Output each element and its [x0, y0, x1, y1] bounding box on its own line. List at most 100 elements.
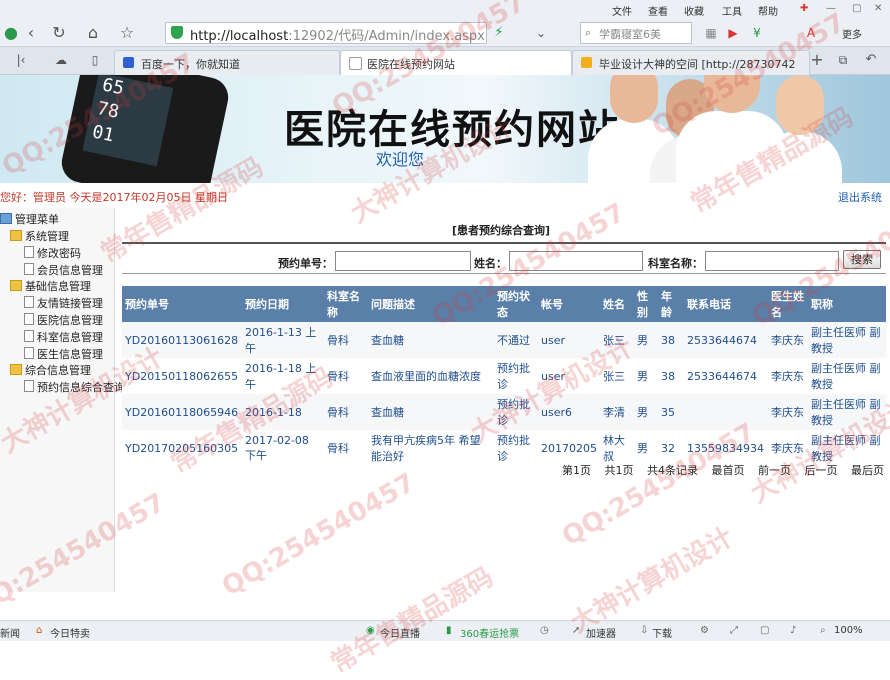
video-icon[interactable]: ▶	[722, 22, 744, 44]
live-icon: ◉	[366, 625, 375, 636]
shirt-icon[interactable]: ✚	[800, 3, 808, 14]
clock-icon[interactable]: ◷	[540, 625, 549, 636]
computer-icon	[0, 213, 12, 224]
settings-icon[interactable]: ⚙	[700, 625, 709, 636]
pager-prev[interactable]: 前一页	[758, 464, 791, 477]
grid-icon[interactable]: ▦	[700, 22, 722, 44]
column-header: 医生姓名	[768, 286, 808, 322]
cell-age: 32	[658, 430, 684, 466]
translate-icon[interactable]: A	[800, 22, 822, 44]
sidebar-item-label: 友情链接管理	[37, 297, 103, 310]
sidebar-item-links[interactable]: 友情链接管理	[24, 295, 103, 311]
status-accelerator[interactable]: 加速器	[586, 625, 616, 640]
cell-date: 2016-1-18 上午	[242, 358, 324, 394]
menu-favorites[interactable]: 收藏	[684, 3, 704, 18]
name-input[interactable]	[509, 251, 643, 271]
money-icon[interactable]: ¥	[746, 22, 768, 44]
cell-date: 2017-02-08 下午	[242, 430, 324, 466]
fullscreen-icon[interactable]: ⤢	[730, 625, 738, 636]
order-no-input[interactable]	[335, 251, 471, 271]
status-today-sale[interactable]: 今日特卖	[50, 625, 90, 640]
logout-link[interactable]: 退出系统	[838, 189, 882, 205]
cell-dept: 骨科	[324, 358, 368, 394]
site-title: 医院在线预约网站	[284, 107, 620, 153]
browser-menu-bar: 文件 查看 收藏 工具 帮助 ✚ — ▢ ✕	[0, 0, 890, 20]
paw-icon	[123, 57, 134, 68]
address-bar[interactable]: http://localhost:12902/代码/Admin/index.as…	[165, 22, 487, 44]
column-header: 预约日期	[242, 286, 324, 322]
tab-hospital[interactable]: 医院在线预约网站	[340, 50, 572, 75]
sidebar-item-appointment-query[interactable]: 预约信息综合查询	[24, 379, 125, 395]
tab-blog[interactable]: 毕业设计大神的空间 [http://28730742	[572, 50, 810, 75]
menu-tools[interactable]: 工具	[722, 3, 742, 18]
status-download[interactable]: 下载	[652, 625, 672, 640]
status-live[interactable]: 今日直播	[380, 625, 420, 640]
table-row[interactable]: YD20170205160305 2017-02-08 下午 骨科 我有甲亢疾病…	[122, 430, 886, 466]
table-row[interactable]: YD20160113061628 2016-1-13 上午 骨科 查血糖 不通过…	[122, 322, 886, 358]
undo-icon[interactable]: ↶	[860, 49, 882, 71]
sidebar-item-change-password[interactable]: 修改密码	[24, 245, 81, 261]
sidebar-toggle-icon[interactable]: |‹	[10, 49, 32, 71]
search-button[interactable]: 搜索	[843, 250, 881, 269]
close-window-icon[interactable]: ✕	[874, 3, 882, 14]
restore-tab-icon[interactable]: ⧉	[832, 49, 854, 71]
sidebar-item-departments[interactable]: 科室信息管理	[24, 329, 103, 345]
back-icon[interactable]: ‹	[20, 22, 42, 44]
page-icon	[24, 347, 34, 359]
sidebar-item-hospitals[interactable]: 医院信息管理	[24, 312, 103, 328]
blood-pressure-monitor-image: 65 78 01	[58, 75, 232, 183]
browser-status-bar: 新闻 ⌂ 今日特卖 ◉ 今日直播 ▮ 360春运抢票 ◷ ➚ 加速器 ⇩ 下载 …	[0, 620, 890, 641]
sidebar-item-members[interactable]: 会员信息管理	[24, 262, 103, 278]
cell-status: 预约批诊	[494, 394, 538, 430]
zoom-icon: ⌕	[820, 625, 826, 636]
window-icon[interactable]: ▢	[760, 625, 769, 636]
search-placeholder: 学霸寝室6美	[599, 28, 661, 41]
dept-input[interactable]	[705, 251, 839, 271]
zoom-level[interactable]: 100%	[834, 625, 863, 636]
watermark-text: QQ:254540457	[217, 467, 421, 603]
maximize-icon[interactable]: ▢	[852, 3, 861, 14]
menu-file[interactable]: 文件	[612, 3, 632, 18]
sound-icon[interactable]: ♪	[790, 625, 796, 636]
column-header: 科室名称	[324, 286, 368, 322]
bookmark-star-icon[interactable]: ☆	[116, 22, 138, 44]
pager-next[interactable]: 后一页	[805, 464, 838, 477]
new-tab-icon[interactable]: +	[806, 49, 828, 71]
pager-last[interactable]: 最后页	[851, 464, 884, 477]
column-header: 预约单号	[122, 286, 242, 322]
sidebar-group-system[interactable]: 系统管理	[10, 228, 69, 244]
minimize-icon[interactable]: —	[826, 3, 836, 14]
table-row[interactable]: YD20160118065946 2016-1-18 骨科 查血糖 预约批诊 u…	[122, 394, 886, 430]
menu-view[interactable]: 查看	[648, 3, 668, 18]
menu-root[interactable]: 管理菜单	[0, 211, 59, 227]
cell-order-no: YD20160113061628	[122, 322, 242, 358]
lightning-icon[interactable]: ⚡	[488, 22, 510, 44]
tab-baidu[interactable]: 百度一下，你就知道	[114, 50, 340, 75]
more-label[interactable]: 更多	[842, 26, 862, 41]
pager-first[interactable]: 最首页	[712, 464, 745, 477]
pager-current: 第1页	[562, 464, 591, 477]
page-icon	[24, 330, 34, 342]
order-no-label: 预约单号：	[278, 257, 333, 270]
welcome-text: 您好：管理员 今天是2017年02月05日 星期日	[0, 191, 228, 204]
search-input[interactable]: ⌕ 学霸寝室6美	[580, 22, 692, 44]
phone-icon[interactable]: ▯	[84, 49, 106, 71]
cloud-icon[interactable]: ☁	[50, 49, 72, 71]
refresh-icon[interactable]: ↻	[48, 22, 70, 44]
cell-date: 2016-1-18	[242, 394, 324, 430]
menu-help[interactable]: 帮助	[758, 3, 778, 18]
watermark-text: 常年售精品源码	[325, 562, 499, 680]
sidebar-group-comprehensive[interactable]: 综合信息管理	[10, 362, 91, 378]
status-tickets[interactable]: 360春运抢票	[460, 625, 519, 640]
cell-name: 李清	[600, 394, 634, 430]
cell-title: 副主任医师 副教授	[808, 358, 886, 394]
user-bar: 您好：管理员 今天是2017年02月05日 星期日 退出系统	[0, 186, 890, 206]
chevron-down-icon[interactable]: ⌄	[530, 22, 552, 44]
home-icon[interactable]: ⌂	[82, 22, 104, 44]
table-row[interactable]: YD20150118062655 2016-1-18 上午 骨科 查血液里面的血…	[122, 358, 886, 394]
sidebar-group-basic[interactable]: 基础信息管理	[10, 278, 91, 294]
browser-nav-bar: ● ‹ ↻ ⌂ ☆ http://localhost:12902/代码/Admi…	[0, 20, 890, 47]
sidebar-item-doctors[interactable]: 医生信息管理	[24, 346, 103, 362]
cell-age: 38	[658, 322, 684, 358]
status-news[interactable]: 新闻	[0, 625, 20, 640]
